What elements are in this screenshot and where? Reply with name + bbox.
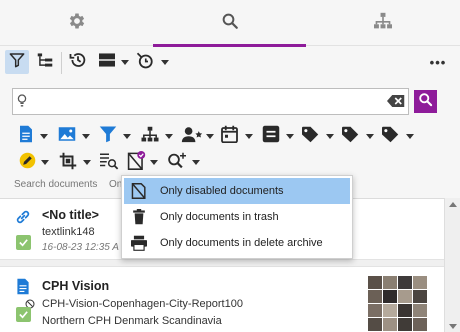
filter-bar xyxy=(0,122,460,176)
menu-item-only-disabled[interactable]: Only disabled documents xyxy=(124,178,350,204)
timer-icon xyxy=(136,51,154,74)
tag-filter-3-caret[interactable] xyxy=(406,134,414,139)
archive-icon xyxy=(124,235,154,251)
toolbar-separator xyxy=(61,52,62,74)
gear-icon xyxy=(67,11,87,36)
menu-item-delete-archive[interactable]: Only documents in delete archive xyxy=(124,230,350,256)
tag-filter-icon[interactable] xyxy=(301,126,320,148)
results-scrollbar[interactable] xyxy=(444,198,460,332)
funnel-filter-icon[interactable] xyxy=(99,125,117,148)
disabled-document-filter-caret[interactable] xyxy=(150,160,158,165)
user-filter-icon[interactable] xyxy=(181,126,203,148)
scroll-up-arrow[interactable] xyxy=(449,202,457,207)
hierarchy-icon xyxy=(373,12,393,35)
tag-filter-caret[interactable] xyxy=(326,134,334,139)
menu-item-label: Only documents in trash xyxy=(160,211,279,223)
filter-toggle-button[interactable] xyxy=(5,50,29,74)
approved-check-icon xyxy=(16,307,31,322)
search-input[interactable] xyxy=(33,92,373,111)
filter-icon xyxy=(9,52,25,73)
layout-rows-icon xyxy=(98,52,116,73)
disabled-document-filter-icon[interactable] xyxy=(127,151,146,175)
tag-filter-2-caret[interactable] xyxy=(366,134,374,139)
tab-search[interactable] xyxy=(153,0,306,47)
zoom-add-filter-icon[interactable] xyxy=(167,152,187,175)
image-filter-icon[interactable] xyxy=(58,126,76,147)
item-title: CPH Vision xyxy=(42,279,110,293)
disabled-document-icon xyxy=(124,182,154,200)
search-icon xyxy=(418,92,433,112)
trash-icon xyxy=(124,209,154,225)
crop-filter-icon[interactable] xyxy=(59,152,77,175)
pencil-filter-icon[interactable] xyxy=(19,152,36,174)
search-hint: Search documents xyxy=(14,179,98,190)
history-button[interactable] xyxy=(66,50,90,74)
more-options-button[interactable]: ••• xyxy=(424,50,452,74)
lightbulb-icon xyxy=(17,93,27,114)
tag-filter-3-icon[interactable] xyxy=(381,126,400,148)
link-icon xyxy=(15,209,31,230)
toolbar: ••• xyxy=(0,48,460,78)
document-filter-caret[interactable] xyxy=(40,134,48,139)
search-button[interactable] xyxy=(414,90,437,113)
list-filter-icon[interactable] xyxy=(262,125,280,148)
text-search-filter-icon[interactable] xyxy=(99,152,119,175)
image-filter-caret[interactable] xyxy=(82,134,90,139)
document-filter-icon[interactable] xyxy=(18,125,34,148)
hierarchy-filter-icon[interactable] xyxy=(140,126,160,148)
item-title: <No title> xyxy=(42,208,99,222)
document-status-menu: Only disabled documents Only documents i… xyxy=(121,175,353,259)
layout-button[interactable] xyxy=(95,50,119,74)
approved-check-icon xyxy=(16,235,31,250)
search-icon xyxy=(221,12,239,35)
thumbnail-collage[interactable] xyxy=(368,276,428,332)
hierarchy-filter-caret[interactable] xyxy=(165,134,173,139)
funnel-filter-caret[interactable] xyxy=(123,134,131,139)
layout-dropdown-caret[interactable] xyxy=(121,60,129,65)
menu-item-trash[interactable]: Only documents in trash xyxy=(124,204,350,230)
calendar-filter-icon[interactable] xyxy=(221,125,238,148)
timer-dropdown-caret[interactable] xyxy=(161,60,169,65)
top-tab-bar xyxy=(0,0,460,47)
search-box xyxy=(12,88,409,115)
timer-button[interactable] xyxy=(133,50,157,74)
crop-filter-caret[interactable] xyxy=(83,160,91,165)
tab-hierarchy[interactable] xyxy=(306,0,459,46)
zoom-add-filter-caret[interactable] xyxy=(192,160,200,165)
tab-settings[interactable] xyxy=(0,0,153,46)
pencil-filter-caret[interactable] xyxy=(41,160,49,165)
item-subtitle: textlink148 xyxy=(42,226,95,238)
tree-list-icon xyxy=(36,52,54,73)
list-filter-caret[interactable] xyxy=(286,134,294,139)
more-icon: ••• xyxy=(429,54,447,70)
item-date: 16-08-23 12:35 A xyxy=(42,242,119,253)
menu-item-label: Only disabled documents xyxy=(160,185,284,197)
item-subtitle: CPH-Vision-Copenhagen-City-Report100 xyxy=(42,298,243,310)
clear-search-icon[interactable] xyxy=(387,94,405,113)
calendar-filter-caret[interactable] xyxy=(245,134,253,139)
tag-filter-2-icon[interactable] xyxy=(341,126,360,148)
item-location: Northern CPH Denmark Scandinavia xyxy=(42,315,222,327)
history-icon xyxy=(69,51,87,74)
menu-item-label: Only documents in delete archive xyxy=(160,237,323,249)
list-divider xyxy=(0,259,444,267)
user-filter-caret[interactable] xyxy=(206,134,214,139)
tree-view-button[interactable] xyxy=(33,50,57,74)
scroll-down-arrow[interactable] xyxy=(449,324,457,329)
